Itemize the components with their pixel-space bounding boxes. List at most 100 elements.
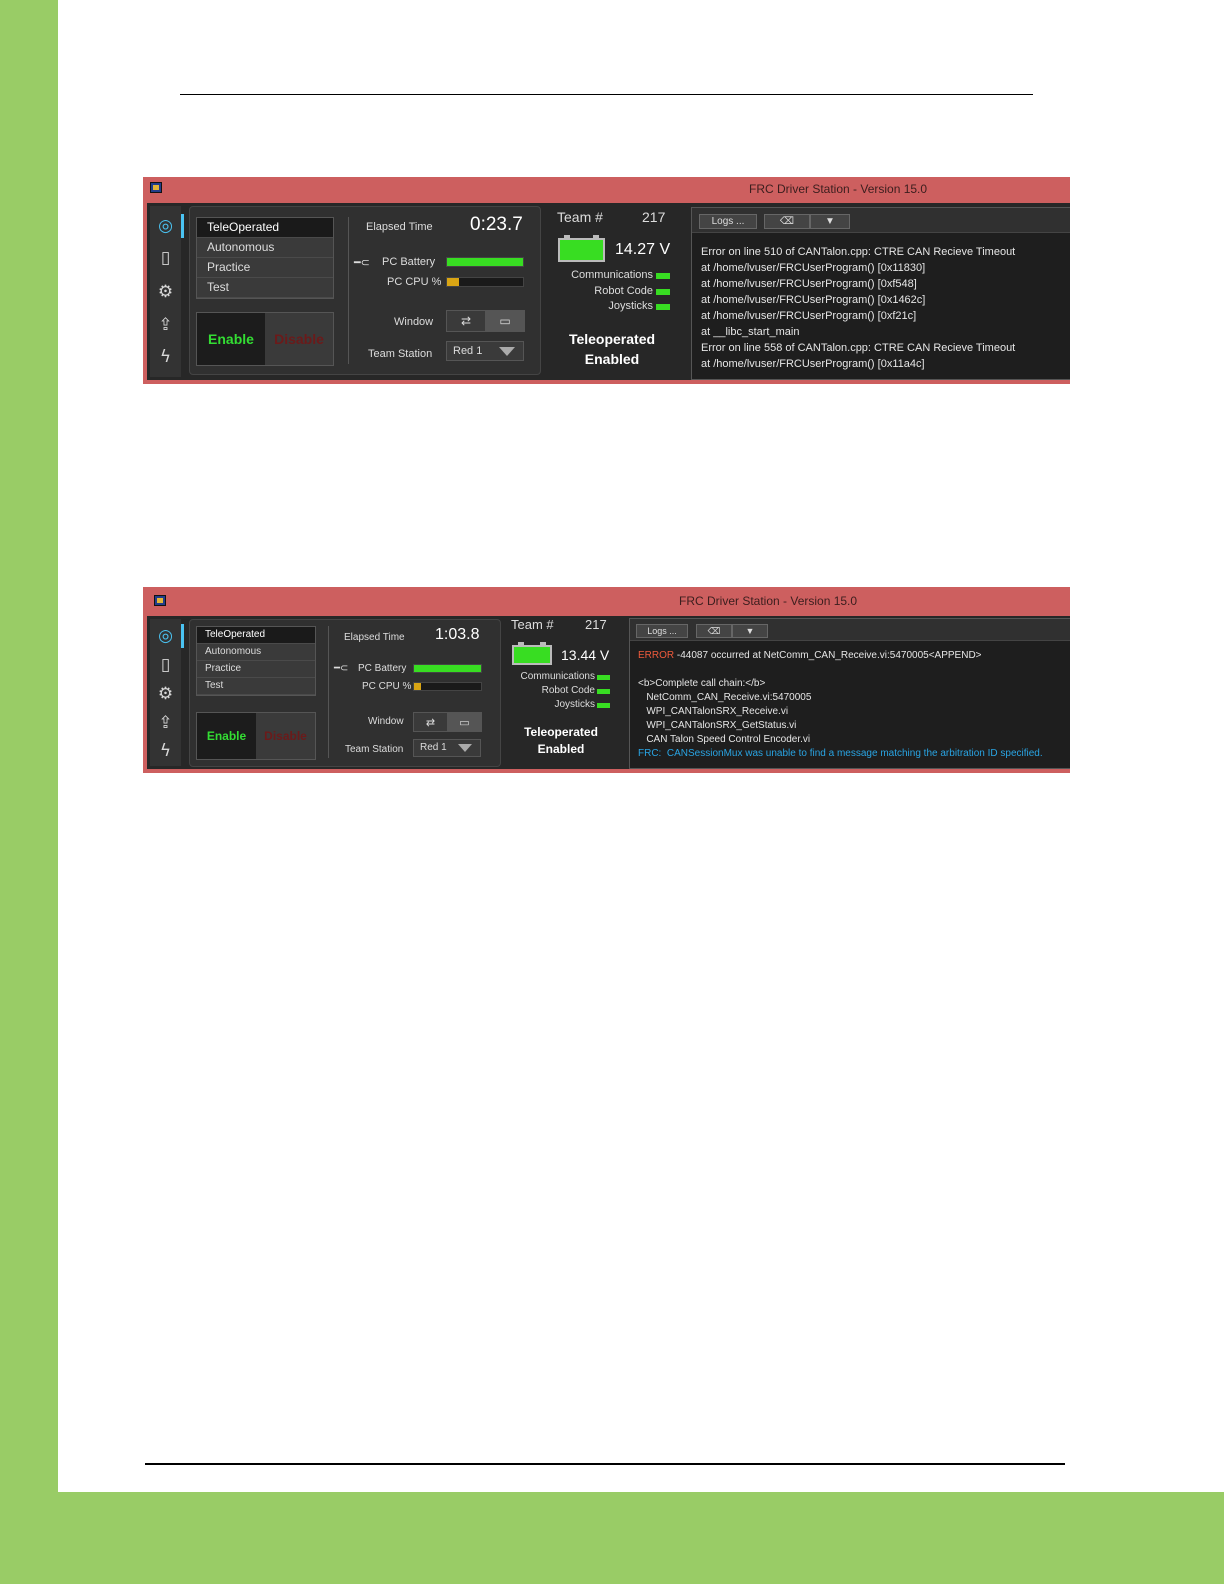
logs-toolbar: Logs ... ⌫ ▼	[630, 619, 1070, 641]
driver-station-window-1: FRC Driver Station - Version 15.0 ◎ ▯ ⚙ …	[143, 177, 1070, 384]
pc-battery-fill	[414, 665, 481, 672]
usb-icon[interactable]: ⇪	[150, 309, 181, 341]
robot-code-label: Robot Code	[541, 685, 595, 696]
robot-status: Teleoperated Enabled	[552, 329, 672, 370]
communications-label: Communications	[571, 269, 653, 281]
mode-practice[interactable]: Practice	[197, 661, 315, 678]
team-station-select[interactable]: Red 1	[413, 739, 481, 757]
plug-icon: ━⊂	[334, 663, 349, 674]
logs-panel: Logs ... ⌫ ▼ ERROR -44087 occurred at Ne…	[629, 618, 1070, 769]
pc-cpu-bar	[446, 277, 524, 287]
logs-button[interactable]: Logs ...	[636, 624, 688, 638]
app-icon	[154, 595, 166, 606]
log-line: <b>Complete call chain:</b>	[638, 678, 766, 689]
error-tag: ERROR	[638, 650, 675, 661]
window-mode-group: ⇄ ▭	[413, 712, 482, 732]
mode-practice[interactable]: Practice	[197, 258, 333, 278]
team-station-label: Team Station	[368, 348, 433, 360]
filter-icon[interactable]: ▼	[810, 214, 850, 229]
robot-code-indicator	[656, 289, 670, 295]
logs-toolbar: Logs ... ⌫ ▼	[692, 208, 1070, 233]
diagnostics-icon[interactable]: ▯	[150, 649, 181, 681]
pc-cpu-label: PC CPU %	[362, 681, 412, 692]
mode-teleoperated[interactable]: TeleOperated	[197, 218, 333, 238]
diagnostics-icon[interactable]: ▯	[150, 242, 181, 274]
robot-status: Teleoperated Enabled	[501, 724, 621, 759]
clear-log-icon[interactable]: ⌫	[764, 214, 810, 229]
header-rule	[180, 94, 1033, 95]
log-line: at /home/lvuser/FRCUserProgram() [0xf548…	[701, 278, 917, 290]
pc-battery-label: PC Battery	[382, 256, 436, 268]
enable-button[interactable]: Enable	[197, 313, 265, 365]
log-line: WPI_CANTalonSRX_GetStatus.vi	[638, 720, 797, 731]
elapsed-time-label: Elapsed Time	[344, 632, 405, 643]
page-left-border	[0, 0, 58, 1584]
status-state: Enabled	[537, 742, 585, 757]
page-bottom-border	[0, 1492, 1224, 1584]
log-line: at /home/lvuser/FRCUserProgram() [0x1462…	[701, 294, 926, 306]
plug-icon: ━⊂	[354, 257, 370, 269]
log-line: at __libc_start_main	[701, 326, 800, 338]
power-icon[interactable]: ϟ	[150, 341, 181, 373]
log-line: CAN Talon Speed Control Encoder.vi	[638, 734, 811, 745]
pc-cpu-fill	[414, 683, 421, 690]
titlebar: FRC Driver Station - Version 15.0	[143, 177, 1070, 200]
clear-log-icon[interactable]: ⌫	[696, 624, 732, 638]
gear-icon[interactable]: ⚙	[150, 678, 181, 710]
window-dock-button[interactable]: ⇄	[414, 713, 448, 731]
team-station-value: Red 1	[453, 345, 483, 357]
mode-teleoperated[interactable]: TeleOperated	[197, 627, 315, 644]
pc-cpu-fill	[447, 278, 460, 286]
window-float-button[interactable]: ▭	[448, 713, 481, 731]
enable-button[interactable]: Enable	[197, 713, 256, 759]
robot-code-label: Robot Code	[594, 285, 653, 297]
joysticks-indicator	[597, 703, 610, 708]
steering-wheel-icon[interactable]: ◎	[150, 620, 184, 652]
gear-icon[interactable]: ⚙	[150, 276, 181, 308]
steering-wheel-icon[interactable]: ◎	[150, 210, 184, 242]
joysticks-indicator	[656, 304, 670, 310]
elapsed-time-label: Elapsed Time	[366, 221, 433, 233]
enable-disable-group: Enable Disable	[196, 312, 334, 366]
window-dock-button[interactable]: ⇄	[447, 311, 486, 331]
side-nav: ◎ ▯ ⚙ ⇪ ϟ	[150, 619, 184, 767]
log-line: Error on line 510 of CANTalon.cpp: CTRE …	[701, 246, 1016, 258]
disable-button[interactable]: Disable	[265, 313, 333, 365]
status-state: Enabled	[584, 351, 640, 368]
window-float-button[interactable]: ▭	[486, 311, 524, 331]
team-station-label: Team Station	[345, 744, 404, 755]
joysticks-label: Joysticks	[554, 699, 595, 710]
divider	[328, 626, 329, 758]
logs-button[interactable]: Logs ...	[699, 214, 757, 229]
disable-button[interactable]: Disable	[256, 713, 315, 759]
battery-icon	[512, 642, 552, 665]
status-mode: Teleoperated	[568, 331, 656, 347]
mode-list: TeleOperated Autonomous Practice Test	[196, 626, 316, 696]
mode-autonomous[interactable]: Autonomous	[197, 644, 315, 661]
log-line: at /home/lvuser/FRCUserProgram() [0x11a4…	[701, 358, 925, 370]
mode-list: TeleOperated Autonomous Practice Test	[196, 217, 334, 299]
chevron-down-icon	[499, 347, 515, 356]
mode-test[interactable]: Test	[197, 278, 333, 298]
pc-cpu-label: PC CPU %	[387, 276, 442, 288]
operation-panel: TeleOperated Autonomous Practice Test En…	[189, 206, 541, 375]
enable-disable-group: Enable Disable	[196, 712, 316, 760]
log-line: WPI_CANTalonSRX_Receive.vi	[638, 706, 789, 717]
mode-test[interactable]: Test	[197, 678, 315, 695]
window-title: FRC Driver Station - Version 15.0	[679, 594, 858, 608]
log-line: Error on line 558 of CANTalon.cpp: CTRE …	[701, 342, 1016, 354]
driver-station-body: ◎ ▯ ⚙ ⇪ ϟ TeleOperated Autonomous Practi…	[147, 203, 1070, 380]
divider	[348, 217, 349, 364]
log-line: at /home/lvuser/FRCUserProgram() [0xf21c…	[701, 310, 917, 322]
chevron-down-icon	[458, 744, 472, 752]
mode-autonomous[interactable]: Autonomous	[197, 238, 333, 258]
footer-rule	[145, 1463, 1065, 1465]
communications-label: Communications	[520, 671, 595, 682]
window-mode-group: ⇄ ▭	[446, 310, 525, 332]
power-icon[interactable]: ϟ	[150, 735, 181, 767]
team-number-value: 217	[642, 209, 666, 225]
page-corner	[58, 1452, 118, 1492]
team-station-select[interactable]: Red 1	[446, 341, 524, 361]
log-info-line: FRC: CANSessionMux was unable to find a …	[638, 748, 1043, 759]
filter-icon[interactable]: ▼	[732, 624, 768, 638]
